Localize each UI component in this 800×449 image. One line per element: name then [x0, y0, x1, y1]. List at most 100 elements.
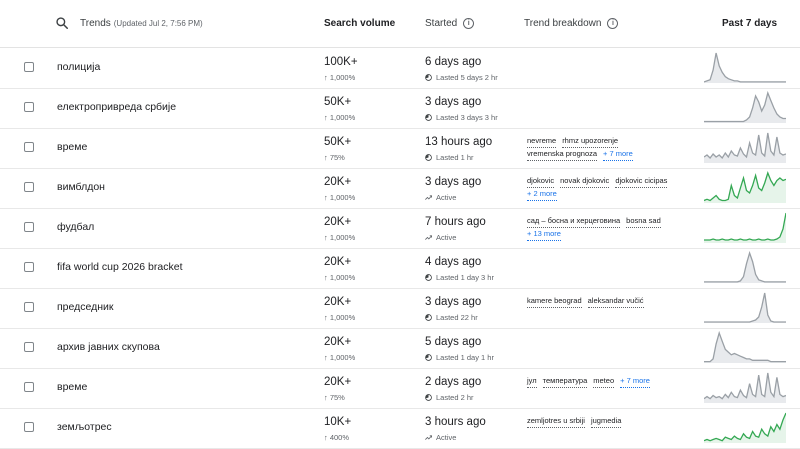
timelapse-icon	[425, 274, 432, 281]
past-7-days-sparkline[interactable]	[704, 289, 786, 327]
trend-title[interactable]: време	[57, 381, 87, 393]
volume-change: ↑ 1,000%	[324, 73, 356, 82]
breakdown-query-chip[interactable]: zemljotres u srbiji	[527, 415, 585, 428]
sparkline-area	[704, 293, 786, 323]
timelapse-icon	[425, 354, 432, 361]
sparkline-area	[704, 53, 786, 83]
breakdown-query-chip[interactable]: bosna sad	[626, 215, 661, 228]
row-select-checkbox[interactable]	[24, 342, 34, 352]
trend-status: Lasted 5 days 2 hr	[425, 73, 498, 82]
table-row[interactable]: полиција 100K+ ↑ 1,000% 6 days ago Lasted 5 …	[0, 48, 800, 89]
trend-title[interactable]: фудбал	[57, 221, 94, 233]
trend-status-text: Lasted 22 hr	[436, 313, 478, 322]
trend-title[interactable]: вимблдон	[57, 181, 105, 193]
search-icon[interactable]	[55, 16, 69, 30]
started-time: 2 days ago	[425, 376, 482, 388]
past-7-days-sparkline[interactable]	[704, 129, 786, 167]
table-row[interactable]: fifa world cup 2026 bracket 20K+ ↑ 1,000% 4…	[0, 248, 800, 289]
sparkline-line	[704, 292, 786, 323]
breakdown-query-chip[interactable]: nevreme	[527, 135, 557, 148]
search-volume-value: 20K+	[324, 176, 352, 188]
trend-breakdown: kamere beograd aleksandar vučić	[527, 295, 697, 308]
breakdown-query-chip[interactable]: јул	[527, 375, 537, 388]
breakdown-query-chip[interactable]: aleksandar vučić	[587, 295, 644, 308]
trends-column-header[interactable]: Trends (Updated Jul 2, 7:56 PM)	[80, 0, 203, 47]
more-queries-link[interactable]: + 2 more	[527, 188, 557, 201]
more-queries-link[interactable]: + 13 more	[527, 228, 561, 241]
volume-change: ↑ 75%	[324, 393, 345, 402]
trend-status: Active	[425, 433, 456, 442]
row-select-checkbox[interactable]	[24, 382, 34, 392]
table-row[interactable]: земљотрес 10K+ ↑ 400% 3 hours ago Active zeml…	[0, 408, 800, 449]
trend-title[interactable]: председник	[57, 301, 114, 313]
past-7-days-sparkline[interactable]	[704, 329, 786, 367]
trend-status: Lasted 1 day 3 hr	[425, 273, 494, 282]
trend-title[interactable]: електропривреда србије	[57, 101, 176, 113]
table-row[interactable]: фудбал 20K+ ↑ 1,000% 7 hours ago Active сад –…	[0, 208, 800, 249]
row-select-checkbox[interactable]	[24, 422, 34, 432]
volume-change: ↑ 1,000%	[324, 353, 356, 362]
row-select-checkbox[interactable]	[24, 142, 34, 152]
row-select-checkbox[interactable]	[24, 302, 34, 312]
trend-title[interactable]: полиција	[57, 61, 100, 73]
trend-title[interactable]: fifa world cup 2026 bracket	[57, 261, 183, 273]
started-time: 4 days ago	[425, 256, 482, 268]
table-row[interactable]: вимблдон 20K+ ↑ 1,000% 3 days ago Active djok…	[0, 168, 800, 209]
breakdown-query-chip[interactable]: meteo	[593, 375, 615, 388]
volume-change: ↑ 1,000%	[324, 113, 356, 122]
row-select-checkbox[interactable]	[24, 102, 34, 112]
breakdown-query-chip[interactable]: jugmedia	[590, 415, 622, 428]
trend-status: Active	[425, 233, 456, 242]
row-select-checkbox[interactable]	[24, 182, 34, 192]
volume-change: ↑ 400%	[324, 433, 350, 442]
search-volume-header[interactable]: Search volume	[324, 0, 395, 47]
table-row[interactable]: време 20K+ ↑ 75% 2 days ago Lasted 2 hr јул те…	[0, 368, 800, 409]
info-icon[interactable]: i	[607, 18, 619, 29]
search-volume-value: 10K+	[324, 416, 352, 428]
breakdown-query-chip[interactable]: vremenska prognoza	[527, 148, 598, 161]
table-row[interactable]: архив јавних скупова 20K+ ↑ 1,000% 5 days a…	[0, 328, 800, 369]
search-volume-value: 20K+	[324, 336, 352, 348]
started-time: 13 hours ago	[425, 136, 493, 148]
trend-status-text: Lasted 1 hr	[436, 153, 474, 162]
row-select-checkbox[interactable]	[24, 262, 34, 272]
sparkline-line	[704, 372, 786, 400]
search-volume-value: 50K+	[324, 96, 352, 108]
breakdown-query-chip[interactable]: djokovic	[527, 175, 555, 188]
updated-timestamp: (Updated Jul 2, 7:56 PM)	[113, 19, 203, 28]
row-select-checkbox[interactable]	[24, 62, 34, 72]
past-7-days-sparkline[interactable]	[704, 89, 786, 127]
trend-breakdown: јул температура meteo + 7 more	[527, 375, 697, 388]
table-row[interactable]: председник 20K+ ↑ 1,000% 3 days ago Lasted 2…	[0, 288, 800, 329]
breakdown-query-chip[interactable]: kamere beograd	[527, 295, 582, 308]
volume-change: ↑ 1,000%	[324, 233, 356, 242]
past-7-days-sparkline[interactable]	[704, 409, 786, 447]
more-queries-link[interactable]: + 7 more	[603, 148, 633, 161]
trend-title[interactable]: архив јавних скупова	[57, 341, 160, 353]
breakdown-query-chip[interactable]: novak djokovic	[560, 175, 610, 188]
past-7-days-sparkline[interactable]	[704, 369, 786, 407]
volume-change: ↑ 1,000%	[324, 273, 356, 282]
trend-title[interactable]: земљотрес	[57, 421, 112, 433]
row-select-checkbox[interactable]	[24, 222, 34, 232]
trend-status: Lasted 1 hr	[425, 153, 474, 162]
started-header[interactable]: Started i	[425, 0, 475, 47]
info-icon[interactable]: i	[463, 18, 475, 29]
trend-title[interactable]: време	[57, 141, 87, 153]
past-7-days-sparkline[interactable]	[704, 249, 786, 287]
past-7-days-header: Past 7 days	[722, 18, 778, 29]
trend-breakdown-header: Trend breakdown i	[524, 0, 619, 47]
timelapse-icon	[425, 114, 432, 121]
past-7-days-sparkline[interactable]	[704, 49, 786, 87]
past-7-days-sparkline[interactable]	[704, 209, 786, 247]
more-queries-link[interactable]: + 7 more	[620, 375, 650, 388]
table-row[interactable]: електропривреда србије 50K+ ↑ 1,000% 3 days…	[0, 88, 800, 129]
breakdown-query-chip[interactable]: температура	[542, 375, 588, 388]
breakdown-query-chip[interactable]: rhmz upozorenje	[562, 135, 619, 148]
breakdown-query-chip[interactable]: сад – босна и херцеговина	[527, 215, 621, 228]
trend-status: Lasted 2 hr	[425, 393, 474, 402]
breakdown-query-chip[interactable]: djokovic cicipas	[615, 175, 668, 188]
past-7-days-sparkline[interactable]	[704, 169, 786, 207]
sparkline-line	[704, 212, 786, 241]
table-row[interactable]: време 50K+ ↑ 75% 13 hours ago Lasted 1 hr nev…	[0, 128, 800, 169]
